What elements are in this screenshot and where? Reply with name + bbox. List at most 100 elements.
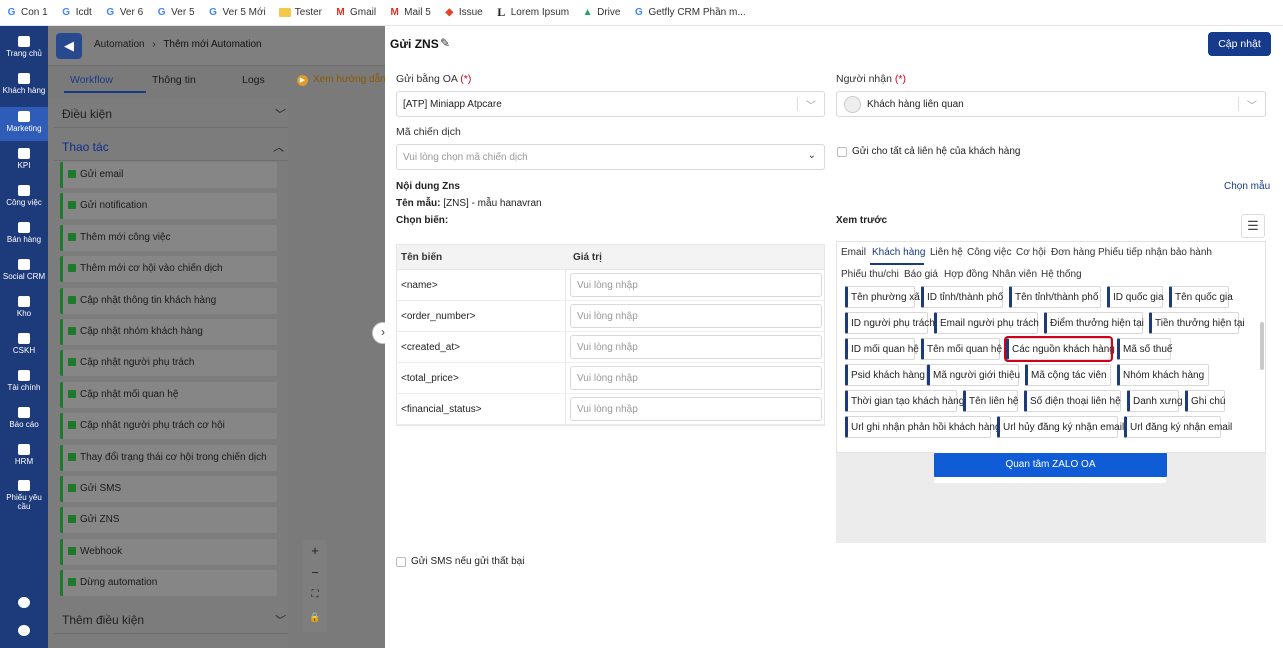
field-chip[interactable]: Số điện thoại liên hệ [1024,390,1121,412]
bookmark-item[interactable]: G Ver 6 [105,7,143,18]
picker-tab[interactable]: Hệ thống [1041,269,1082,280]
bookmark-item[interactable]: ▲ Drive [582,7,621,18]
action-item[interactable]: Thêm mới cơ hội vào chiến dịch [60,256,277,283]
field-chip[interactable]: Điểm thưởng hiện tại [1044,312,1144,334]
picker-tab[interactable]: Cơ hội [1016,247,1046,258]
send-all-checkbox[interactable] [837,147,847,157]
campaign-select[interactable]: Vui lòng chọn mã chiến dịch ⌄ [396,144,825,170]
picker-tab[interactable]: Liên hệ [930,247,963,258]
picker-tab[interactable]: Khách hàng [872,247,925,258]
action-item[interactable]: Webhook [60,538,277,565]
field-chip[interactable]: Url ghi nhận phản hồi khách hàng [845,416,1001,438]
bookmark-item[interactable]: L Lorem Ipsum [496,6,569,18]
picker-tab[interactable]: Công việc [967,247,1011,258]
bookmark-item[interactable]: G Ver 5 Mới [208,7,266,18]
rail-item-hrm[interactable]: HRM [0,440,48,474]
field-chip[interactable]: Psid khách hàng [845,364,927,386]
oa-select[interactable]: [ATP] Miniapp Atpcare ﹀ [396,91,825,117]
field-chip[interactable]: Tên phường xã [845,286,920,308]
zoom-in-button[interactable]: + [303,540,327,562]
tab-info[interactable]: Thông tin [152,74,196,86]
rail-item-tài-chính[interactable]: Tài chính [0,366,48,400]
choose-template-link[interactable]: Chọn mẫu [1224,181,1270,192]
picker-tab[interactable]: Báo giá [904,269,938,280]
action-item[interactable]: Cập nhật thông tin khách hàng [60,287,277,314]
variable-value-input[interactable]: Vui lòng nhập [570,335,822,359]
rail-item-công-việc[interactable]: Công việc [0,181,48,215]
bookmark-item[interactable]: M Mail 5 [389,7,430,18]
guide-link[interactable]: ▶ Xem hướng dẫn [297,74,386,86]
bookmark-item[interactable]: G Ver 5 [156,7,195,18]
scrollbar[interactable] [1260,322,1264,370]
bookmark-item[interactable]: G Getfly CRM Phần m... [633,7,746,18]
rail-item-phiếu-yêu-cầu[interactable]: Phiếu yêu cầu [0,476,48,516]
action-item[interactable]: Gửi email [60,162,277,188]
recipient-select[interactable]: Khách hàng liên quan ﹀ [836,91,1266,117]
action-item[interactable]: Thêm mới công việc [60,224,277,251]
field-chip[interactable]: Danh xưng [1127,390,1183,412]
picker-tab[interactable]: Nhân viên [992,269,1037,280]
picker-tab[interactable]: Email [841,247,866,258]
fit-view-button[interactable]: ⛶ [303,584,327,606]
action-item[interactable]: Cập nhật người phụ trách cơ hội [60,413,277,440]
bookmark-item[interactable]: G Con 1 [6,7,48,18]
tab-logs[interactable]: Logs [242,74,265,86]
rail-item-báo-cáo[interactable]: Báo cáo [0,403,48,437]
action-item[interactable]: Gửi notification [60,193,277,220]
field-chip[interactable]: ID tỉnh/thành phố [921,286,1003,308]
field-chip[interactable]: ID mối quan hệ [845,338,919,360]
rail-item-cskh[interactable]: CSKH [0,329,48,363]
variable-value-input[interactable]: Vui lòng nhập [570,397,822,421]
field-chip[interactable]: Email người phụ trách [934,312,1039,334]
field-chip[interactable]: Các nguồn khách hàng [1004,336,1115,362]
tab-workflow[interactable]: Workflow [70,74,113,86]
field-chip[interactable]: Mã số thuế [1117,338,1172,360]
field-chip[interactable]: Tên quốc gia [1169,286,1233,308]
action-item[interactable]: Dừng automation [60,570,277,597]
rail-item-gear-icon[interactable] [0,621,48,643]
bookmark-item[interactable]: ◆ Issue [444,7,482,18]
action-item[interactable]: Cập nhật nhóm khách hàng [60,319,277,345]
rail-item-khách-hàng[interactable]: Khách hàng [0,69,48,103]
field-chip[interactable]: Ghi chú [1185,390,1225,412]
field-chip[interactable]: Url hủy đăng ký nhận email [997,416,1124,438]
picker-tab[interactable]: Phiếu tiếp nhận bảo hành [1098,247,1212,258]
action-item[interactable]: Cập nhật người phụ trách [60,350,277,377]
field-chip[interactable]: Tên tỉnh/thành phố [1009,286,1101,308]
field-chip[interactable]: Tiền thưởng hiện tại [1149,312,1245,334]
field-chip[interactable]: Nhóm khách hàng [1117,364,1209,386]
picker-tab[interactable]: Hợp đồng [944,269,988,280]
picker-tab[interactable]: Phiếu thu/chi [841,269,899,280]
rail-item-marketing[interactable]: Marketing [0,107,48,141]
section-conditions[interactable]: Điều kiện ﹀ [54,98,288,128]
field-chip[interactable]: Url đăng ký nhận email [1124,416,1232,438]
filter-icon[interactable]: ☰ [1241,214,1265,238]
action-item[interactable]: Thay đổi trạng thái cơ hội trong chiến d… [60,444,277,471]
action-item[interactable]: Gửi SMS [60,476,277,502]
field-chip[interactable]: Mã người giới thiệu [927,364,1020,386]
bookmark-item[interactable]: Tester [278,7,322,18]
fail-sms-checkbox[interactable] [396,557,406,567]
save-button[interactable]: Cập nhật [1208,32,1271,56]
rail-item-kpi[interactable]: KPI [0,144,48,178]
section-add-condition[interactable]: Thêm điều kiện ﹀ [54,604,288,634]
rail-item-social-crm[interactable]: Social CRM [0,255,48,289]
action-item[interactable]: Cập nhật mối quan hệ [60,381,277,408]
field-chip[interactable]: Mã cộng tác viên [1025,364,1111,386]
zoom-out-button[interactable]: − [303,562,327,584]
lock-button[interactable]: 🔒 [303,606,327,628]
rail-item-globe-icon[interactable] [0,593,48,615]
picker-tab[interactable]: Đơn hàng [1051,247,1095,258]
action-item[interactable]: Gửi ZNS [60,507,277,534]
field-chip[interactable]: Tên liên hệ [963,390,1018,412]
edit-icon[interactable]: ✎ [440,36,450,50]
rail-item-bán-hàng[interactable]: Bán hàng [0,218,48,252]
bookmark-item[interactable]: M Gmail [335,7,376,18]
zalo-follow-button[interactable]: Quan tâm ZALO OA [934,453,1167,477]
megaphone-icon[interactable]: ◀ [56,33,82,59]
variable-value-input[interactable]: Vui lòng nhập [570,304,822,328]
field-chip[interactable]: Tên mối quan hệ [921,338,1002,360]
field-chip[interactable]: ID quốc gia [1107,286,1164,308]
section-actions[interactable]: Thao tác ︿ [54,131,288,161]
breadcrumb-parent[interactable]: Automation [94,39,145,50]
